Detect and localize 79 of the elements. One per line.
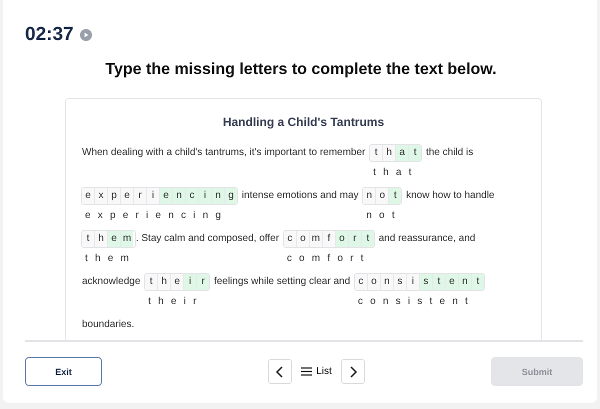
letter-cell[interactable]: n — [173, 188, 186, 204]
letter-cell[interactable]: n — [363, 188, 376, 204]
previous-button[interactable] — [268, 359, 292, 384]
letter-cell[interactable]: i — [406, 274, 420, 290]
letter-cell[interactable]: h — [383, 145, 396, 161]
answer-text: them — [84, 252, 136, 266]
answer-text: that — [372, 166, 419, 180]
passage-text: When dealing with a child's tantrums, it's important to remember — [82, 147, 366, 158]
letter-cell[interactable]: n — [380, 274, 394, 290]
letter-cell[interactable]: o — [296, 231, 310, 247]
letter-cell[interactable]: e — [160, 188, 173, 204]
letter-cell[interactable]: e — [82, 188, 95, 204]
letter-cell[interactable]: o — [376, 188, 390, 204]
timer: 02:37 — [25, 24, 74, 46]
letter-cell[interactable]: g — [225, 188, 237, 204]
letter-cell[interactable]: o — [336, 231, 349, 247]
letter-field[interactable]: t h e i r — [144, 273, 210, 291]
letter-cell[interactable]: t — [362, 231, 374, 247]
letter-cell[interactable]: n — [458, 274, 472, 290]
letter-field[interactable]: t h a t — [369, 144, 422, 162]
passage-text: intense emotions and may — [242, 190, 359, 201]
passage-text: feelings while setting clear and — [214, 276, 350, 287]
letter-field[interactable]: c o n s i s t e n t — [354, 273, 485, 291]
passage-text: and reassurance, and — [378, 233, 476, 244]
letter-cell[interactable]: c — [354, 274, 368, 290]
answer-text: consistent — [356, 295, 475, 309]
letter-cell[interactable]: e — [446, 274, 459, 290]
letter-cell[interactable]: i — [147, 188, 160, 204]
answer-text: not — [365, 209, 402, 223]
passage-text: boundaries. — [82, 319, 134, 330]
letter-cell[interactable]: i — [184, 274, 198, 290]
passage-text: . Stay calm and composed, offer — [136, 233, 280, 244]
letter-field[interactable]: e x p e r i e n c i n g — [81, 187, 238, 205]
letter-cell[interactable]: t — [472, 274, 484, 290]
answer-text: comfort — [286, 252, 371, 266]
answer-text: experiencing — [84, 209, 228, 223]
letter-cell[interactable]: h — [95, 231, 108, 247]
answer-text: their — [147, 295, 204, 309]
letter-cell[interactable]: t — [432, 274, 446, 290]
letter-cell[interactable]: p — [108, 188, 121, 204]
passage-text: the child is — [426, 147, 474, 158]
letter-field[interactable]: t h e m — [81, 230, 136, 248]
letter-field[interactable]: n o t — [362, 187, 402, 205]
play-icon[interactable] — [80, 29, 92, 41]
letter-cell[interactable]: t — [82, 231, 95, 247]
chevron-left-icon — [275, 366, 286, 378]
passage-text: acknowledge — [82, 276, 140, 287]
letter-cell[interactable]: e — [121, 188, 134, 204]
letter-cell[interactable]: r — [134, 188, 147, 204]
letter-cell[interactable]: n — [212, 188, 225, 204]
letter-cell[interactable]: h — [158, 274, 172, 290]
letter-cell[interactable]: c — [284, 231, 297, 247]
letter-cell[interactable]: r — [197, 274, 210, 290]
letter-cell[interactable]: m — [121, 231, 133, 247]
letter-cell[interactable]: o — [368, 274, 381, 290]
letter-cell[interactable]: x — [95, 188, 108, 204]
letter-cell[interactable]: e — [108, 231, 121, 247]
letter-cell[interactable]: s — [420, 274, 433, 290]
instruction: Type the missing letters to complete the text below. — [104, 61, 498, 79]
letter-cell[interactable]: t — [389, 188, 402, 204]
list-button[interactable]: List — [297, 366, 336, 377]
passage-text: know how to handle — [406, 190, 494, 201]
letter-field[interactable]: c o m f o r t — [282, 230, 375, 248]
letter-cell[interactable]: a — [396, 145, 410, 161]
letter-cell[interactable]: t — [370, 145, 384, 161]
letter-cell[interactable]: t — [409, 145, 422, 161]
exit-button[interactable]: Exit — [25, 357, 102, 386]
letter-cell[interactable]: m — [310, 231, 323, 247]
menu-icon — [301, 367, 312, 376]
next-button[interactable] — [340, 359, 365, 384]
letter-cell[interactable]: e — [171, 274, 184, 290]
chevron-right-icon — [348, 366, 358, 378]
letter-cell[interactable]: r — [348, 231, 362, 247]
letter-cell[interactable]: i — [199, 188, 212, 204]
letter-cell[interactable]: t — [145, 274, 158, 290]
letter-cell[interactable]: s — [394, 274, 407, 290]
passage-title: Handling a Child's Tantrums — [222, 115, 386, 129]
letter-cell[interactable]: f — [322, 231, 336, 247]
letter-cell[interactable]: c — [186, 188, 199, 204]
